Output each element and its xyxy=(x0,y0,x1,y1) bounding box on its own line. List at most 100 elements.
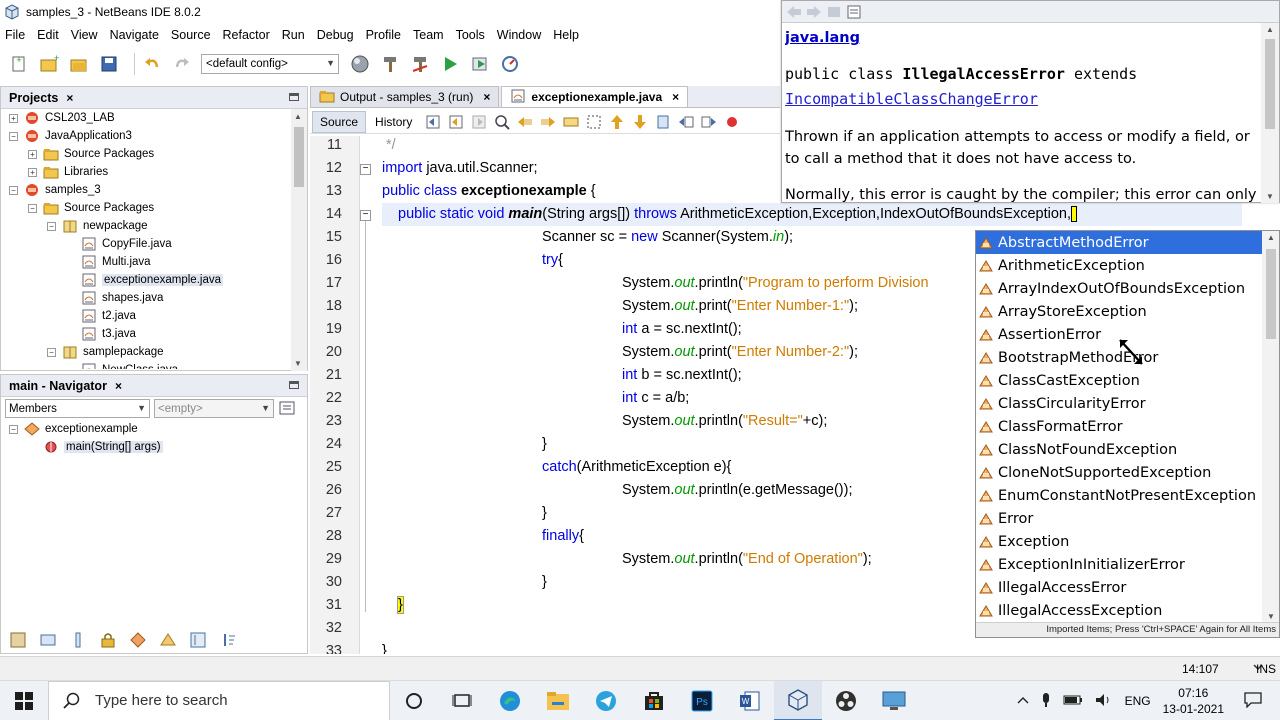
previous-bookmark-icon[interactable] xyxy=(608,113,626,131)
taskbar-search-input[interactable]: Type here to search xyxy=(48,680,390,720)
completion-item[interactable]: IllegalAccessError xyxy=(976,576,1279,599)
menu-debug[interactable]: Debug xyxy=(316,28,355,42)
completion-item[interactable]: CloneNotSupportedException xyxy=(976,461,1279,484)
tree-item[interactable]: − newpackage xyxy=(1,217,291,235)
scrollbar-thumb[interactable] xyxy=(1266,249,1276,339)
menu-edit[interactable]: Edit xyxy=(36,28,60,42)
open-project-icon[interactable] xyxy=(68,53,90,75)
javadoc-package-link[interactable]: java.lang xyxy=(785,30,1259,46)
scroll-down-icon[interactable]: ▼ xyxy=(1266,192,1274,201)
collapse-icon[interactable]: − xyxy=(28,203,37,213)
tree-item[interactable]: + CSL203_LAB xyxy=(1,109,291,127)
collapse-icon[interactable]: − xyxy=(9,131,18,141)
find-previous-icon[interactable] xyxy=(516,113,534,131)
completion-item[interactable]: IllegalAccessException xyxy=(976,599,1279,622)
tree-item[interactable]: + Source Packages xyxy=(1,145,291,163)
scroll-down-icon[interactable]: ▼ xyxy=(294,359,302,368)
redo-icon[interactable] xyxy=(171,53,193,75)
scroll-up-icon[interactable]: ▲ xyxy=(1267,233,1275,242)
menu-team[interactable]: Team xyxy=(412,28,445,42)
save-all-icon[interactable] xyxy=(98,53,120,75)
set-project-config-icon[interactable] xyxy=(349,53,371,75)
collapse-icon[interactable]: − xyxy=(47,221,56,231)
completion-item[interactable]: ArrayStoreException xyxy=(976,300,1279,323)
menu-tools[interactable]: Tools xyxy=(455,28,486,42)
new-project-icon[interactable]: + xyxy=(38,53,60,75)
shift-left-icon[interactable] xyxy=(677,113,695,131)
menu-run[interactable]: Run xyxy=(281,28,306,42)
collapse-icon[interactable]: − xyxy=(47,347,56,357)
file-explorer-icon[interactable] xyxy=(534,681,582,720)
clean-build-icon[interactable] xyxy=(409,53,431,75)
toggle-highlight-icon[interactable] xyxy=(562,113,580,131)
menu-navigate[interactable]: Navigate xyxy=(109,28,160,42)
build-hammer-icon[interactable] xyxy=(379,53,401,75)
completion-item[interactable]: EnumConstantNotPresentException xyxy=(976,484,1279,507)
tree-item[interactable]: t3.java xyxy=(1,325,291,343)
completion-item[interactable]: ArithmeticException xyxy=(976,254,1279,277)
tree-item[interactable]: − samples_3 xyxy=(1,181,291,199)
completion-item[interactable]: AbstractMethodError xyxy=(976,231,1262,254)
run-icon[interactable] xyxy=(439,53,461,75)
filter-options-icon[interactable] xyxy=(278,399,296,417)
find-next-icon[interactable] xyxy=(539,113,557,131)
completion-item[interactable]: Exception xyxy=(976,530,1279,553)
close-icon[interactable]: × xyxy=(115,379,122,393)
cortana-icon[interactable] xyxy=(390,681,438,720)
tree-item[interactable]: CopyFile.java xyxy=(1,235,291,253)
scroll-down-icon[interactable]: ▼ xyxy=(1267,612,1275,621)
scrollbar-thumb[interactable] xyxy=(294,127,304,187)
minimize-icon[interactable] xyxy=(289,381,299,389)
netbeans-taskbar-icon[interactable] xyxy=(774,680,822,720)
tree-item[interactable]: shapes.java xyxy=(1,289,291,307)
fold-toggle-icon[interactable]: − xyxy=(360,164,371,175)
completion-item[interactable]: ClassNotFoundException xyxy=(976,438,1279,461)
language-indicator[interactable]: ENG xyxy=(1125,694,1151,708)
last-edit-icon[interactable] xyxy=(424,113,442,131)
expand-icon[interactable]: + xyxy=(28,149,37,159)
completion-item[interactable]: ClassFormatError xyxy=(976,415,1279,438)
volume-icon[interactable] xyxy=(1095,693,1113,710)
show-source-icon[interactable] xyxy=(846,5,862,19)
close-icon[interactable]: × xyxy=(672,90,679,104)
new-file-icon[interactable]: + xyxy=(8,53,30,75)
config-select[interactable]: <default config> ▼ xyxy=(201,54,339,74)
tree-item[interactable]: Multi.java xyxy=(1,253,291,271)
tree-item[interactable]: − exceptionexample xyxy=(1,420,301,438)
completion-scrollbar[interactable]: ▲ ▼ xyxy=(1262,231,1279,623)
windows-start-icon[interactable] xyxy=(0,681,48,720)
telegram-icon[interactable] xyxy=(582,681,630,720)
empty-select[interactable]: <empty> ▼ xyxy=(154,399,274,418)
projects-scrollbar[interactable]: ▲ ▼ xyxy=(291,109,307,371)
notifications-icon[interactable] xyxy=(1244,691,1262,711)
shift-right-icon[interactable] xyxy=(700,113,718,131)
profile-icon[interactable] xyxy=(499,53,521,75)
obs-icon[interactable] xyxy=(822,681,870,720)
editor-tab[interactable]: exceptionexample.java × xyxy=(501,86,689,107)
back-arrow-icon[interactable] xyxy=(786,5,802,19)
tree-item[interactable]: exceptionexample.java xyxy=(1,271,291,289)
debug-icon[interactable] xyxy=(469,53,491,75)
tree-item[interactable]: − Source Packages xyxy=(1,199,291,217)
task-view-icon[interactable] xyxy=(438,681,486,720)
toggle-rect-selection-icon[interactable] xyxy=(585,113,603,131)
battery-icon[interactable] xyxy=(1063,694,1083,709)
remote-desktop-icon[interactable] xyxy=(870,681,918,720)
menu-help[interactable]: Help xyxy=(552,28,580,42)
completion-item[interactable]: Error xyxy=(976,507,1279,530)
menu-source[interactable]: Source xyxy=(170,28,212,42)
members-select[interactable]: Members ▼ xyxy=(5,399,150,418)
sig-parent-link[interactable]: IncompatibleClassChangeError xyxy=(785,90,1038,108)
store-icon[interactable] xyxy=(630,681,678,720)
close-icon[interactable]: × xyxy=(66,91,73,105)
tree-item[interactable]: t2.java xyxy=(1,307,291,325)
toggle-bookmark-icon[interactable] xyxy=(654,113,672,131)
tree-item[interactable]: + Libraries xyxy=(1,163,291,181)
tree-item[interactable]: − JavaApplication3 xyxy=(1,127,291,145)
expand-icon[interactable]: + xyxy=(9,113,18,123)
show-inherited-icon[interactable] xyxy=(159,631,177,649)
tree-item[interactable]: − samplepackage xyxy=(1,343,291,361)
forward-icon[interactable] xyxy=(470,113,488,131)
scroll-up-icon[interactable]: ▲ xyxy=(294,112,302,121)
tab-history[interactable]: History xyxy=(368,112,419,132)
